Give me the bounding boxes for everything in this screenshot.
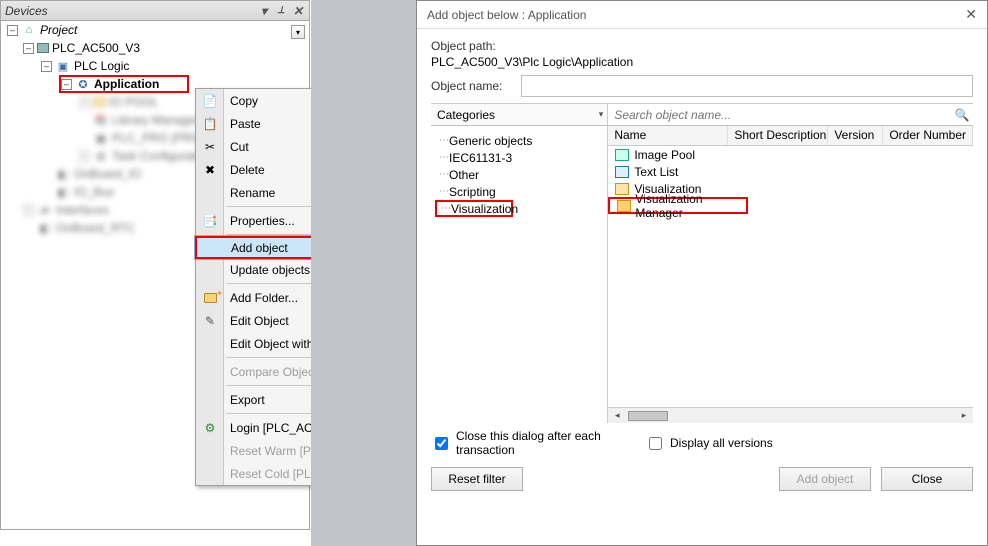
devices-dropdown-btn[interactable]: ▾ [257,4,271,18]
collapse-icon[interactable]: – [23,43,34,54]
tree-plc[interactable]: – PLC_AC500_V3 [1,39,309,57]
devices-pin-btn[interactable]: ⟂ [274,4,288,18]
devices-close-btn[interactable]: ✕ [291,4,305,18]
dialog-buttons: Reset filter Add object Close [431,457,973,499]
folder-icon [93,97,106,107]
application-icon: ✪ [75,76,91,92]
object-path-label: Object path: [431,39,521,53]
close-button[interactable]: Close [881,467,973,491]
devices-title-label: Devices [5,4,48,18]
scrollbar-thumb[interactable] [628,411,668,421]
category-item[interactable]: ⋯Scripting [435,183,603,200]
scroll-right-icon[interactable]: ▸ [957,410,971,421]
categories-column: Categories ▾ ⋯Generic objects ⋯IEC61131-… [431,104,608,423]
object-row-textlist[interactable]: Text List [608,163,973,180]
reset-filter-button[interactable]: Reset filter [431,467,523,491]
category-item[interactable]: ⋯Generic objects [435,132,603,149]
chevron-down-icon: ▾ [599,109,604,120]
tree-dropdown-btn[interactable]: ▾ [291,25,305,39]
category-item[interactable]: ⋯Other [435,166,603,183]
objects-h-scrollbar[interactable]: ◂ ▸ [608,407,973,423]
paste-icon: 📋 [201,117,219,131]
col-desc[interactable]: Short Description [728,126,828,145]
login-icon: ⚙ [201,421,219,435]
imagepool-icon [614,148,630,162]
chk-close-after-box[interactable] [435,437,448,450]
object-name-row: Object name: [431,75,973,97]
chk-display-all[interactable]: Display all versions [645,429,773,457]
add-object-dialog: Add object below : Application ✕ Object … [416,0,988,546]
add-object-button[interactable]: Add object [779,467,871,491]
object-row-visualization-manager[interactable]: Visualization Manager [608,197,748,214]
scroll-left-icon[interactable]: ◂ [610,410,624,421]
vismanager-icon [616,199,631,213]
chk-close-after[interactable]: Close this dialog after each transaction [431,429,645,457]
edit-icon: ✎ [201,314,219,328]
collapse-icon[interactable]: – [61,79,72,90]
tree-plclogic[interactable]: – ▣ PLC Logic [1,57,309,75]
visualization-icon [614,182,630,196]
object-name-input[interactable] [521,75,973,97]
add-folder-icon [201,293,219,303]
tree-project[interactable]: – ⌂ Project [1,21,309,39]
chk-display-all-box[interactable] [649,437,662,450]
devices-titlebar: Devices ▾ ⟂ ✕ [1,1,309,21]
plc-label: PLC_AC500_V3 [52,41,140,55]
category-visualization[interactable]: ⋯Visualization [435,200,513,217]
objects-search-row: 🔍 [608,104,973,126]
object-path-row: Object path: [431,39,973,53]
project-icon: ⌂ [21,22,37,38]
objects-table: Name Short Description Version Order Num… [608,126,973,423]
category-item[interactable]: ⋯IEC61131-3 [435,149,603,166]
object-path-value: PLC_AC500_V3\Plc Logic\Application [431,55,633,69]
search-icon[interactable]: 🔍 [951,108,973,122]
objects-table-head: Name Short Description Version Order Num… [608,126,973,146]
col-ver[interactable]: Version [828,126,883,145]
categories-label: Categories [437,108,495,122]
dialog-body: Object path: PLC_AC500_V3\Plc Logic\Appl… [417,29,987,499]
categories-tree: ⋯Generic objects ⋯IEC61131-3 ⋯Other ⋯Scr… [431,126,607,423]
properties-icon: 📑 [201,214,219,228]
cut-icon: ✂ [201,140,219,154]
collapse-icon[interactable]: – [7,25,18,36]
project-label: Project [40,23,77,37]
dialog-titlebar[interactable]: Add object below : Application ✕ [417,1,987,29]
categories-dropdown[interactable]: Categories ▾ [431,104,607,126]
search-input[interactable] [608,105,951,125]
object-row-imagepool[interactable]: Image Pool [608,146,973,163]
application-label: Application [94,77,159,91]
dialog-title-label: Add object below : Application [427,8,586,22]
plclogic-label: PLC Logic [74,59,129,73]
device-icon [37,43,49,53]
col-ord[interactable]: Order Number [883,126,973,145]
object-path-value-row: PLC_AC500_V3\Plc Logic\Application [431,55,973,69]
library-icon: 📚 [93,112,109,128]
collapse-icon[interactable]: – [41,61,52,72]
copy-icon: 📄 [201,94,219,108]
gap-area [311,0,416,546]
dialog-mid: Categories ▾ ⋯Generic objects ⋯IEC61131-… [431,103,973,423]
object-name-label: Object name: [431,79,521,93]
delete-icon: ✖ [201,163,219,177]
objects-column: 🔍 Name Short Description Version Order N… [608,104,973,423]
dialog-checkbox-row: Close this dialog after each transaction… [431,423,973,457]
dialog-close-btn[interactable]: ✕ [965,6,977,23]
prg-icon: ▦ [93,130,109,146]
tree-application[interactable]: – ✪ Application [59,75,189,93]
plclogic-icon: ▣ [55,58,71,74]
task-icon: ⊞ [93,148,109,164]
textlist-icon [614,165,630,179]
col-name[interactable]: Name [608,126,728,145]
